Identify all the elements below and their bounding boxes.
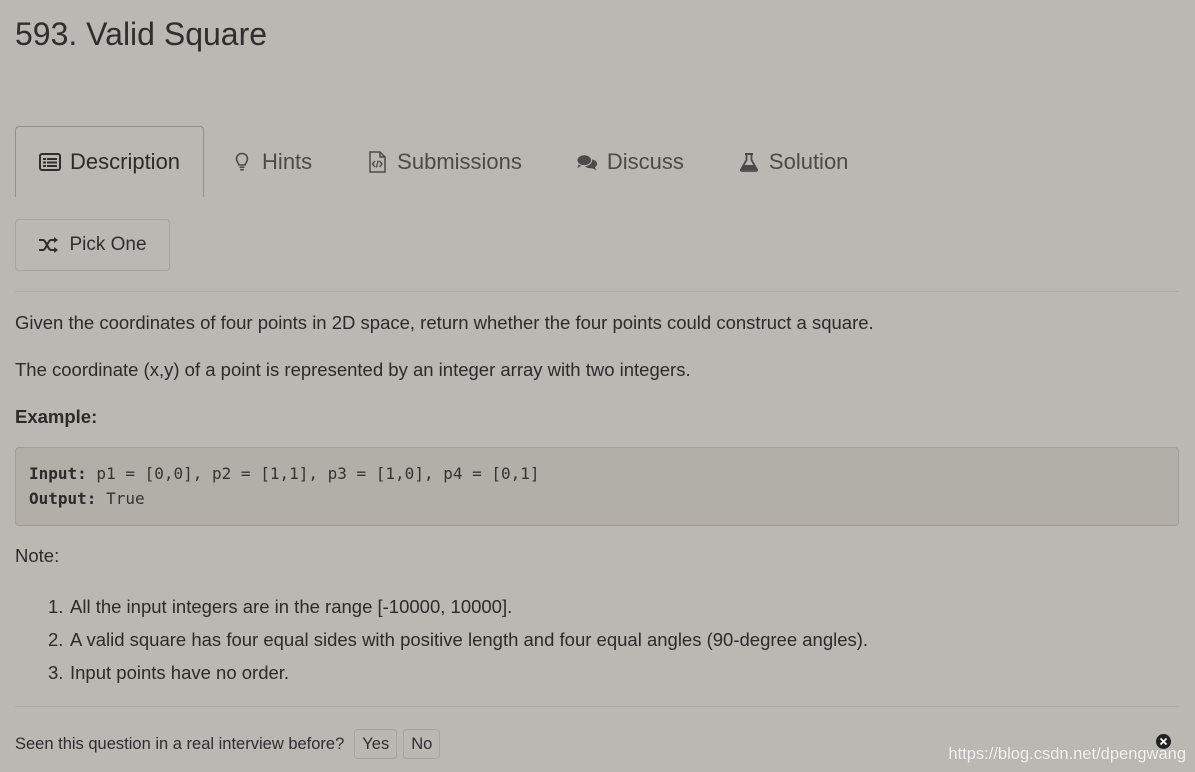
flask-icon [738,151,760,173]
list-item: 1. All the input integers are in the ran… [48,590,868,623]
code-key: Output: [29,489,97,508]
shuffle-icon [38,234,60,256]
list-text: All the input integers are in the range … [70,596,513,617]
tab-submissions[interactable]: Submissions [339,126,549,197]
tab-discuss[interactable]: Discuss [549,126,711,197]
interview-prompt: Seen this question in a real interview b… [15,729,446,759]
comments-icon [576,151,598,173]
yes-button[interactable]: Yes [354,729,398,759]
divider [15,291,1179,292]
code-key: Input: [29,464,87,483]
description-paragraph: The coordinate (x,y) of a point is repre… [15,359,691,380]
code-value: True [96,489,145,508]
example-code-block: Input: p1 = [0,0], p2 = [1,1], p3 = [1,0… [15,447,1179,526]
tab-label: Submissions [397,149,522,174]
code-value: p1 = [0,0], p2 = [1,1], p3 = [1,0], p4 =… [86,464,540,483]
tab-description[interactable]: Description [15,126,205,197]
note-list: 1. All the input integers are in the ran… [48,590,868,689]
list-item: 3. Input points have no order. [48,656,868,689]
code-line-output: Output: True [29,486,1165,511]
list-text: Input points have no order. [70,662,290,683]
note-heading: Note: [15,545,60,566]
list-number: 2. [48,629,64,650]
list-number: 3. [48,662,64,683]
pick-one-button[interactable]: Pick One [15,219,170,271]
pick-one-label: Pick One [69,234,147,255]
lightbulb-icon [231,151,253,173]
divider [15,706,1179,707]
tab-label: Discuss [606,149,684,174]
list-item: 2. A valid square has four equal sides w… [48,623,868,656]
tab-hints[interactable]: Hints [204,126,339,197]
interview-question: Seen this question in a real interview b… [15,734,345,753]
code-file-icon [366,151,388,173]
tab-bar: Description Hints Submissions Discuss So… [15,126,1179,198]
page-title: 593. Valid Square [15,16,268,52]
list-number: 1. [48,596,64,617]
tab-label: Hints [262,149,313,174]
description-paragraph: Given the coordinates of four points in … [15,312,874,333]
code-line-input: Input: p1 = [0,0], p2 = [1,1], p3 = [1,0… [29,461,1165,486]
list-icon [39,151,61,173]
tab-label: Description [70,149,181,174]
example-heading: Example: [15,406,98,427]
tab-solution[interactable]: Solution [711,126,876,197]
list-text: A valid square has four equal sides with… [70,629,869,650]
no-button[interactable]: No [403,729,441,759]
watermark: https://blog.csdn.net/dpengwang [948,745,1186,763]
tab-label: Solution [768,149,849,174]
